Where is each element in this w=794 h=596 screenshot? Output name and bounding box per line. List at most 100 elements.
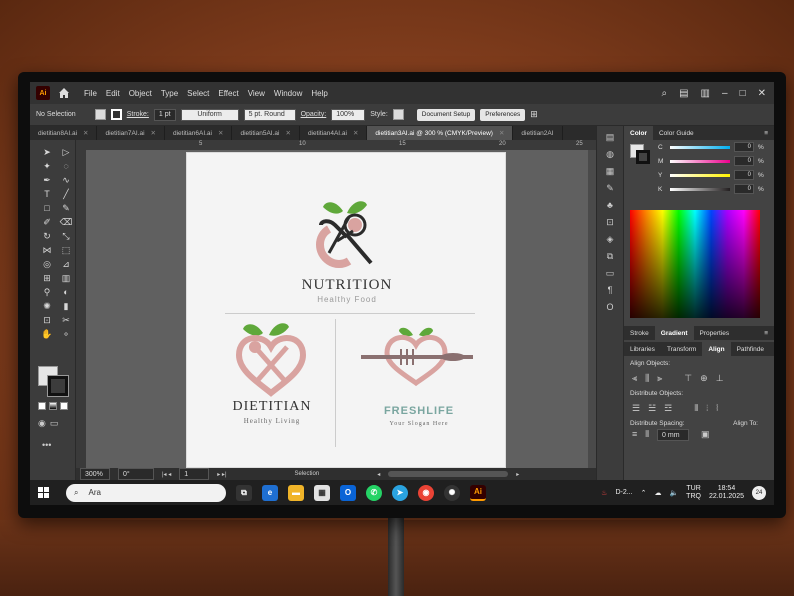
- minimize-icon[interactable]: –: [722, 88, 728, 99]
- tab-dietitian2[interactable]: dietitian2AI: [513, 126, 563, 140]
- align-left-icon[interactable]: ⫷: [632, 373, 637, 384]
- volume-icon[interactable]: 🔈: [669, 489, 678, 497]
- slider-black[interactable]: K 0%: [624, 182, 774, 196]
- distribute-hcenter-icon[interactable]: ⦙: [706, 403, 708, 414]
- home-icon[interactable]: [58, 87, 70, 99]
- type-tool-icon[interactable]: T: [40, 188, 54, 200]
- scale-tool-icon[interactable]: ⤡: [59, 230, 73, 242]
- align-right-icon[interactable]: ⫸: [657, 373, 662, 384]
- pen-tool-icon[interactable]: ✒: [40, 174, 54, 186]
- cyan-value[interactable]: 0: [734, 142, 754, 152]
- artboards-icon[interactable]: ⧉: [603, 250, 617, 262]
- close-tab-icon[interactable]: ✕: [83, 129, 88, 137]
- task-view-icon[interactable]: ⧉: [236, 484, 252, 501]
- panel-menu-icon[interactable]: ≡: [758, 126, 774, 140]
- opacity-label[interactable]: Opacity:: [301, 111, 327, 118]
- perspective-grid-tool-icon[interactable]: ⊿: [59, 258, 73, 270]
- rotate-tool-icon[interactable]: ↻: [40, 230, 54, 242]
- spacing-field[interactable]: 0 mm: [657, 429, 690, 441]
- direct-selection-tool-icon[interactable]: ▷: [59, 146, 73, 158]
- align-vcenter-icon[interactable]: ⊕: [700, 373, 708, 384]
- menu-select[interactable]: Select: [187, 89, 209, 98]
- vertical-scrollbar[interactable]: [588, 150, 596, 468]
- symbol-sprayer-tool-icon[interactable]: ✺: [40, 300, 54, 312]
- clock[interactable]: 18:54 22.01.2025: [709, 485, 744, 501]
- arrange-icon[interactable]: ⊞: [530, 109, 538, 120]
- artboard[interactable]: NUTRITION Healthy Food DIETITIAN Healthy…: [186, 152, 506, 468]
- file-explorer-icon[interactable]: ▬: [288, 484, 304, 501]
- chatgpt-icon[interactable]: ✺: [444, 484, 460, 501]
- whatsapp-icon[interactable]: ✆: [366, 484, 382, 501]
- yellow-value[interactable]: 0: [734, 170, 754, 180]
- close-tab-icon[interactable]: ✕: [353, 129, 358, 137]
- rectangle-tool-icon[interactable]: □: [40, 202, 54, 214]
- magenta-value[interactable]: 0: [734, 156, 754, 166]
- menu-type[interactable]: Type: [161, 89, 178, 98]
- brush-definition[interactable]: 5 pt. Round: [243, 108, 296, 121]
- paintbrush-tool-icon[interactable]: ✎: [59, 202, 73, 214]
- distribute-bottom-icon[interactable]: ☲: [664, 403, 672, 414]
- distribute-vcenter-icon[interactable]: ☱: [648, 403, 656, 414]
- tab-color-guide[interactable]: Color Guide: [653, 126, 700, 140]
- artboard-nav-prev-icon[interactable]: |◂ ◂: [162, 471, 171, 478]
- chrome-icon[interactable]: ◉: [418, 484, 434, 501]
- scroll-left-icon[interactable]: ◂: [377, 471, 380, 478]
- eraser-tool-icon[interactable]: ⌫: [59, 216, 73, 228]
- distribute-right-icon[interactable]: ⦚: [716, 403, 718, 414]
- opentype-icon[interactable]: O: [603, 301, 617, 313]
- tab-dietitian7[interactable]: dietitian7AI.ai ✕: [97, 126, 165, 140]
- tab-align[interactable]: Align: [702, 342, 731, 356]
- paragraph-icon[interactable]: ¶: [603, 284, 617, 296]
- artboard-number-field[interactable]: 1: [179, 468, 210, 480]
- tab-stroke[interactable]: Stroke: [624, 326, 655, 340]
- none-mode-icon[interactable]: [60, 402, 68, 410]
- width-tool-icon[interactable]: ⋈: [40, 244, 54, 256]
- align-hcenter-icon[interactable]: ⫼: [645, 373, 649, 384]
- symbols-icon[interactable]: ♣: [603, 199, 617, 211]
- stroke-label[interactable]: Stroke:: [127, 111, 149, 118]
- preferences-button[interactable]: Preferences: [480, 108, 526, 121]
- scroll-right-icon[interactable]: ▸: [516, 471, 519, 478]
- distribute-hspace-icon[interactable]: ⫴: [645, 429, 649, 441]
- taskbar-search[interactable]: ⌕ Ara: [66, 483, 226, 502]
- slice-tool-icon[interactable]: ✂: [59, 314, 73, 326]
- tab-properties[interactable]: Properties: [694, 326, 736, 340]
- color-spectrum[interactable]: [630, 210, 760, 318]
- store-icon[interactable]: ▦: [314, 484, 330, 501]
- black-value[interactable]: 0: [734, 184, 754, 194]
- black-track[interactable]: [670, 187, 730, 191]
- tab-pathfinder[interactable]: Pathfinde: [731, 342, 770, 356]
- tray-app-icon[interactable]: ♨: [601, 489, 607, 497]
- distribute-vspace-icon[interactable]: ≡: [632, 429, 637, 441]
- lasso-tool-icon[interactable]: ◌: [59, 160, 73, 172]
- maximize-icon[interactable]: □: [740, 88, 746, 99]
- color-icon[interactable]: ◍: [603, 148, 617, 160]
- fill-swatch[interactable]: [94, 109, 106, 120]
- panel-stroke-swatch[interactable]: [636, 150, 650, 164]
- comments-icon[interactable]: ▭: [603, 267, 617, 279]
- stroke-weight-field[interactable]: 1 pt: [153, 108, 176, 121]
- workspace-icon[interactable]: ▥: [701, 88, 710, 99]
- outlook-icon[interactable]: O: [340, 484, 356, 501]
- network-icon[interactable]: ☁: [654, 489, 661, 497]
- tray-item-label[interactable]: D-2...: [615, 489, 632, 496]
- align-to-selection-icon[interactable]: ▣: [701, 429, 710, 441]
- tab-dietitian3-active[interactable]: dietitian3AI.ai @ 300 % (CMYK/Preview) ✕: [367, 126, 514, 140]
- stroke-color[interactable]: [47, 375, 69, 397]
- canvas-area[interactable]: NUTRITION Healthy Food DIETITIAN Healthy…: [86, 150, 596, 468]
- close-icon[interactable]: ✕: [758, 88, 766, 99]
- edge-icon[interactable]: e: [262, 484, 278, 501]
- illustrator-taskbar-icon[interactable]: Ai: [470, 484, 486, 501]
- language-indicator[interactable]: TUR TRQ: [686, 485, 701, 501]
- menu-edit[interactable]: Edit: [106, 89, 120, 98]
- selection-tool-icon[interactable]: ➤: [40, 146, 54, 158]
- free-transform-tool-icon[interactable]: ⬚: [59, 244, 73, 256]
- document-setup-button[interactable]: Document Setup: [416, 108, 476, 121]
- align-bottom-icon[interactable]: ⊥: [716, 373, 724, 384]
- tab-gradient[interactable]: Gradient: [654, 326, 694, 340]
- variable-width-profile[interactable]: Uniform: [180, 108, 239, 121]
- tab-transform[interactable]: Transform: [661, 342, 702, 356]
- distribute-top-icon[interactable]: ☰: [632, 403, 640, 414]
- curvature-tool-icon[interactable]: ∿: [59, 174, 73, 186]
- tab-dietitian4[interactable]: dietitian4AI.ai ✕: [300, 126, 368, 140]
